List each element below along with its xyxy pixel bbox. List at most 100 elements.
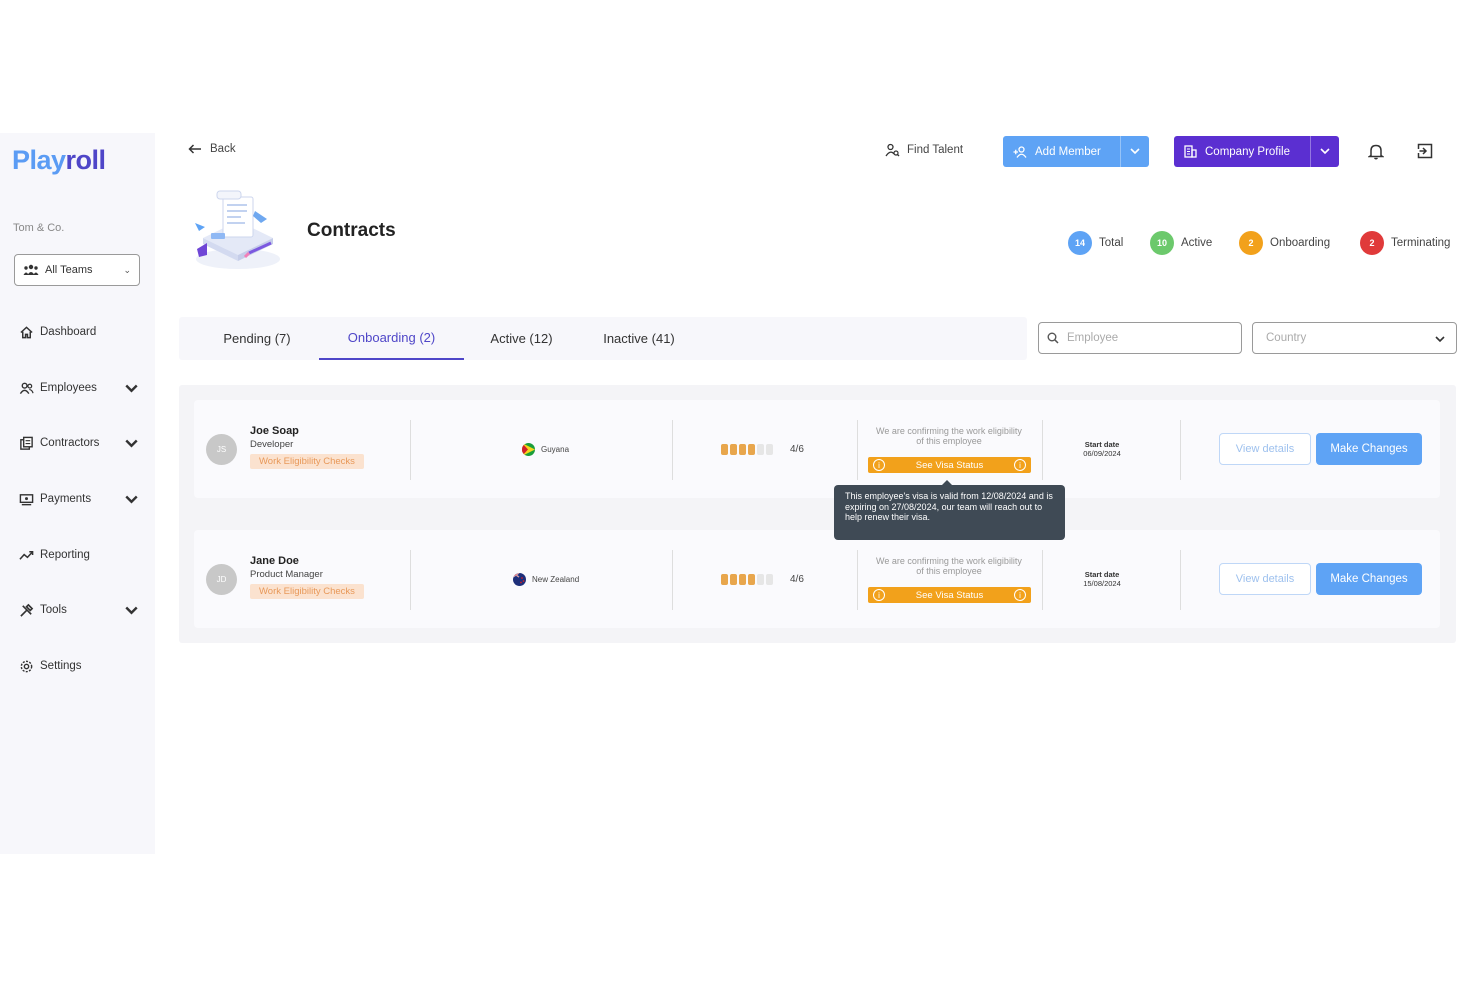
view-details-button[interactable]: View details: [1219, 433, 1311, 465]
app-window: Playroll Tom & Co. All Teams ⌄ Dashboard…: [0, 133, 1480, 854]
stat-count-badge: 2: [1239, 231, 1263, 255]
progress-step: [721, 444, 728, 455]
main-content: Back Find Talent Add Member Company Prof…: [155, 133, 1480, 854]
sidebar-item-label: Employees: [40, 382, 97, 394]
divider: [1042, 550, 1043, 610]
stat-onboarding: 2 Onboarding: [1239, 231, 1330, 255]
progress-step: [748, 574, 755, 585]
visa-status-tooltip: This employee's visa is valid from 12/08…: [834, 480, 1065, 540]
employee-role: Developer: [250, 439, 294, 450]
info-icon: i: [873, 459, 885, 471]
sidebar-item-label: Settings: [40, 660, 82, 672]
documents-icon: [20, 436, 33, 450]
divider: [1180, 550, 1181, 610]
sidebar-item-dashboard[interactable]: Dashboard: [19, 321, 145, 343]
button-divider: [1310, 136, 1311, 167]
button-divider: [1120, 136, 1121, 167]
users-icon: [19, 382, 34, 394]
tab-inactive[interactable]: Inactive (41): [579, 317, 699, 360]
add-user-icon: [1013, 145, 1027, 158]
chevron-down-icon[interactable]: [124, 381, 139, 396]
chevron-down-icon[interactable]: [124, 492, 139, 507]
divider: [1180, 420, 1181, 480]
country-select[interactable]: Country: [1252, 322, 1457, 354]
sidebar-item-reporting[interactable]: Reporting: [19, 544, 145, 566]
tab-onboarding[interactable]: Onboarding (2): [319, 317, 464, 360]
sidebar-item-label: Tools: [40, 604, 67, 616]
sidebar-item-employees[interactable]: Employees: [19, 377, 145, 399]
sidebar-item-payments[interactable]: Payments: [19, 488, 145, 510]
employee-search-input[interactable]: Employee: [1038, 322, 1242, 354]
stat-label: Onboarding: [1270, 237, 1331, 249]
chevron-down-icon[interactable]: [1319, 145, 1331, 157]
info-icon[interactable]: i: [1014, 589, 1026, 601]
employee-name: Jane Doe: [250, 555, 299, 567]
contract-card: JS Joe Soap Developer Work Eligibility C…: [194, 400, 1440, 498]
chevron-down-icon[interactable]: [124, 603, 139, 618]
chevron-down-icon: [1435, 336, 1445, 343]
sidebar-item-contractors[interactable]: Contractors: [19, 432, 145, 454]
bell-icon[interactable]: [1368, 143, 1384, 160]
team-select-value: All Teams: [45, 264, 93, 276]
stat-active: 10 Active: [1150, 231, 1212, 255]
team-select[interactable]: All Teams ⌄: [14, 254, 140, 286]
status-badge: Work Eligibility Checks: [250, 454, 364, 469]
back-link[interactable]: Back: [188, 143, 236, 155]
tab-active[interactable]: Active (12): [469, 317, 574, 360]
view-details-button[interactable]: View details: [1219, 563, 1311, 595]
employee-search-placeholder: Employee: [1067, 332, 1119, 344]
contract-tabs: Pending (7) Onboarding (2) Active (12) I…: [179, 317, 1027, 360]
progress-step: [766, 574, 773, 585]
onboarding-progress: [721, 574, 775, 585]
progress-step: [730, 444, 737, 455]
arrow-left-icon: [188, 144, 201, 154]
sidebar-item-tools[interactable]: Tools: [19, 599, 145, 621]
start-date-label: Start date: [1084, 570, 1120, 579]
stat-label: Active: [1181, 237, 1213, 249]
progress-step: [748, 444, 755, 455]
page-title: Contracts: [307, 220, 396, 241]
payment-icon: [19, 493, 34, 505]
add-member-button[interactable]: Add Member: [1003, 136, 1149, 167]
progress-step: [730, 574, 737, 585]
sidebar: Playroll Tom & Co. All Teams ⌄ Dashboard…: [0, 133, 155, 854]
start-date: 15/08/2024: [1083, 579, 1121, 588]
status-badge: Work Eligibility Checks: [250, 584, 364, 599]
company-profile-button[interactable]: Company Profile: [1174, 136, 1339, 167]
start-date: 06/09/2024: [1083, 449, 1121, 458]
brand-part-2: roll: [65, 145, 107, 175]
sidebar-item-settings[interactable]: Settings: [19, 655, 145, 677]
country-name: New Zealand: [532, 575, 580, 584]
info-icon[interactable]: i: [1014, 459, 1026, 471]
find-talent-link[interactable]: Find Talent: [885, 143, 963, 157]
divider: [672, 550, 673, 610]
tab-pending[interactable]: Pending (7): [197, 317, 317, 360]
brand-logo[interactable]: Playroll: [12, 145, 106, 176]
progress-text: 4/6: [790, 574, 804, 585]
make-changes-button[interactable]: Make Changes: [1316, 563, 1422, 595]
stat-terminating: 2 Terminating: [1360, 231, 1450, 255]
country-name: Guyana: [541, 445, 570, 454]
stat-label: Total: [1099, 237, 1124, 249]
onboarding-progress: [721, 444, 775, 455]
divider: [1042, 420, 1043, 480]
progress-step: [766, 444, 773, 455]
brand-part-1: Play: [12, 145, 66, 175]
progress-step: [739, 574, 746, 585]
chevron-down-icon[interactable]: [1129, 145, 1141, 157]
chevron-down-icon[interactable]: [124, 436, 139, 451]
see-visa-status-button[interactable]: i See Visa Status i: [868, 587, 1031, 603]
add-member-label: Add Member: [1035, 145, 1101, 158]
stat-label: Terminating: [1391, 237, 1451, 249]
home-icon: [20, 325, 33, 338]
info-icon: i: [873, 589, 885, 601]
logout-icon[interactable]: [1417, 143, 1433, 159]
guyana-flag-icon: [522, 443, 535, 456]
see-visa-status-button[interactable]: i See Visa Status i: [868, 457, 1031, 473]
make-changes-button[interactable]: Make Changes: [1316, 433, 1422, 465]
divider: [410, 420, 411, 480]
employee-role: Product Manager: [250, 569, 323, 580]
sidebar-item-label: Reporting: [40, 549, 90, 561]
tools-icon: [20, 603, 34, 617]
sidebar-item-label: Dashboard: [40, 326, 97, 338]
